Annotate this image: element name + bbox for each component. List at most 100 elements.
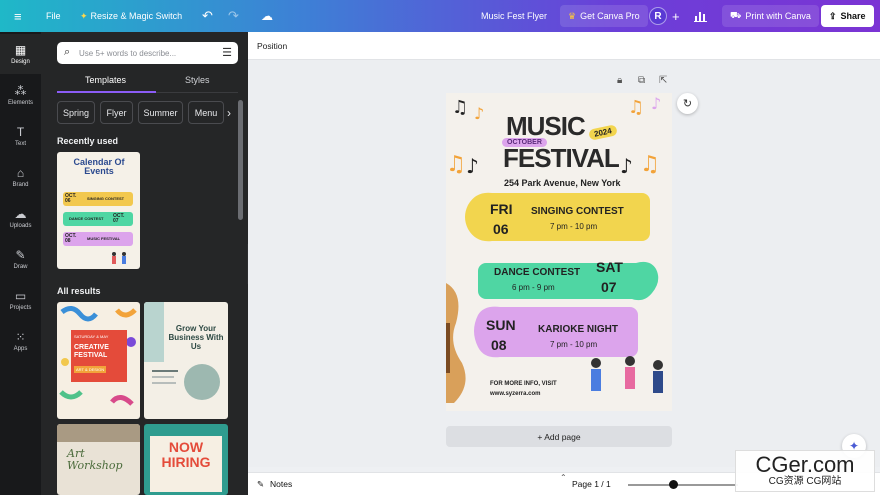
- chevron-right-icon[interactable]: ›: [220, 101, 238, 124]
- cal-row2-date: OCT. 07: [113, 213, 125, 224]
- svg-text:♪: ♪: [474, 104, 484, 123]
- rail-item-uploads[interactable]: ☁ Uploads: [0, 198, 41, 238]
- rail-item-text[interactable]: T Text: [0, 116, 41, 156]
- art-photo: [57, 424, 140, 442]
- search-icon: ⌕: [64, 46, 71, 58]
- template-calendar-of-events[interactable]: Calendar Of Events OCT. 06 SINGING CONTE…: [57, 152, 140, 269]
- template-now-hiring[interactable]: NOW HIRING: [144, 424, 228, 495]
- rail-label: Brand: [12, 181, 29, 188]
- watermark-line2: CG资源 CG网站: [768, 476, 842, 487]
- chip-spring[interactable]: Spring: [57, 101, 95, 124]
- get-pro-label: Get Canva Pro: [580, 11, 640, 21]
- position-button[interactable]: Position: [257, 41, 287, 51]
- upload-icon: ⇪: [829, 10, 837, 21]
- event-2-day: SAT: [596, 259, 623, 275]
- duplicate-page-icon[interactable]: ⧉: [638, 75, 645, 86]
- bar-chart-icon: [694, 12, 707, 22]
- rail-label: Apps: [13, 345, 28, 352]
- print-with-canva-button[interactable]: ⛟ Print with Canva: [722, 5, 819, 27]
- event-1-name: SINGING CONTEST: [531, 206, 624, 217]
- search-input[interactable]: ⌕ Use 5+ words to describe... ☰: [57, 42, 238, 64]
- page-indicator[interactable]: Page 1 / 1: [572, 479, 611, 489]
- brand-icon: ⌂: [16, 165, 25, 180]
- cal-row2-text: DANCE CONTEST: [69, 216, 104, 221]
- rail-item-projects[interactable]: ▭ Projects: [0, 280, 41, 320]
- hamburger-icon[interactable]: ≡: [14, 0, 22, 32]
- grow-title: Grow Your Business With Us: [168, 324, 224, 351]
- redo-icon[interactable]: ↷: [228, 0, 239, 32]
- chip-summer[interactable]: Summer: [138, 101, 183, 124]
- event-1-date: 06: [493, 221, 509, 237]
- svg-text:♪: ♪: [466, 154, 479, 178]
- sparkle-icon: ✦: [80, 10, 88, 21]
- templates-panel: ⌕ Use 5+ words to describe... ☰ Template…: [41, 32, 248, 495]
- search-placeholder: Use 5+ words to describe...: [79, 48, 177, 58]
- flyer-address: 254 Park Avenue, New York: [504, 178, 621, 188]
- design-icon: ▦: [14, 42, 27, 57]
- analytics-button[interactable]: [694, 0, 708, 32]
- event-2-name: DANCE CONTEST: [494, 267, 581, 278]
- crown-icon: ♛: [568, 10, 577, 21]
- event-3-day: SUN: [486, 317, 516, 333]
- creative-sub: ART & DESIGN: [74, 366, 107, 373]
- template-art-workshop[interactable]: Art Workshop: [57, 424, 140, 495]
- rail-item-elements[interactable]: ⁂ Elements: [0, 75, 41, 115]
- recently-used-heading: Recently used: [57, 136, 119, 146]
- chip-flyer[interactable]: Flyer: [100, 101, 133, 124]
- truck-icon: ⛟: [730, 10, 742, 20]
- refresh-icon[interactable]: ↻: [677, 93, 698, 114]
- event-2-date: 07: [601, 279, 617, 295]
- chip-menu[interactable]: Menu: [188, 101, 224, 124]
- panel-tabs: Templates Styles: [57, 72, 238, 93]
- rail-label: Design: [11, 58, 30, 65]
- share-button[interactable]: ⇪ Share: [821, 5, 874, 27]
- rail-item-draw[interactable]: ✎ Draw: [0, 239, 41, 279]
- resize-label: Resize & Magic Switch: [90, 11, 183, 21]
- panel-scrollbar[interactable]: [238, 100, 243, 220]
- event-1-time: 7 pm - 10 pm: [550, 222, 598, 231]
- file-menu[interactable]: File: [46, 0, 61, 32]
- template-grow-business[interactable]: Grow Your Business With Us: [144, 302, 228, 419]
- grow-line: [152, 376, 174, 378]
- zoom-slider[interactable]: [628, 484, 738, 486]
- svg-text:♪: ♪: [651, 94, 661, 113]
- calendar-title: Calendar Of Events: [73, 157, 125, 176]
- rail-item-design[interactable]: ▦ Design: [0, 34, 41, 74]
- add-page-icon[interactable]: ⇱: [659, 75, 667, 86]
- chevron-up-icon[interactable]: ⌃: [560, 473, 567, 482]
- rail-item-apps[interactable]: ⁙ Apps: [0, 321, 41, 361]
- top-bar: ≡ File ✦ Resize & Magic Switch ↶ ↷ ☁ Mus…: [0, 0, 880, 32]
- resize-button[interactable]: ✦ Resize & Magic Switch: [80, 0, 182, 32]
- add-collaborator-icon[interactable]: +: [672, 0, 680, 32]
- filter-icon[interactable]: ☰: [222, 46, 232, 59]
- tab-styles[interactable]: Styles: [185, 75, 210, 85]
- rail-label: Draw: [13, 263, 28, 270]
- template-creative-festival[interactable]: SATURDAY & MAY CREATIVE FESTIVAL ART & D…: [57, 302, 140, 419]
- svg-text:♫: ♫: [640, 152, 660, 177]
- notes-button[interactable]: Notes: [270, 479, 292, 489]
- share-label: Share: [840, 11, 866, 21]
- tab-templates[interactable]: Templates: [85, 75, 126, 85]
- lock-icon[interactable]: 🔒︎: [617, 75, 622, 86]
- document-title[interactable]: Music Fest Flyer: [481, 0, 547, 32]
- zoom-slider-handle[interactable]: [669, 480, 678, 489]
- creative-title: CREATIVE FESTIVAL: [74, 344, 109, 359]
- rail-label: Projects: [9, 304, 32, 311]
- uploads-icon: ☁: [14, 206, 27, 221]
- rail-item-brand[interactable]: ⌂ Brand: [0, 157, 41, 197]
- cal-row3-text: MUSIC FESTIVAL: [87, 236, 121, 241]
- grow-line: [152, 370, 178, 372]
- add-page-button[interactable]: + Add page: [446, 426, 672, 447]
- tab-active-indicator: [57, 91, 156, 93]
- undo-icon[interactable]: ↶: [202, 0, 213, 32]
- svg-text:♫: ♫: [452, 97, 468, 118]
- svg-text:♫: ♫: [446, 152, 466, 177]
- get-canva-pro-button[interactable]: ♛ Get Canva Pro: [560, 5, 648, 27]
- left-rail: ▦ Design ⁂ Elements T Text ⌂ Brand ☁ Upl…: [0, 32, 41, 495]
- notes-icon[interactable]: ✎: [257, 479, 264, 490]
- design-page-flyer[interactable]: ♫ ♪ ♫ ♪ ♫ ♪ ♪ ♫ MUSIC 2024 OCTOBER FESTI…: [446, 93, 672, 411]
- grow-accent: [144, 302, 164, 362]
- cloud-saved-icon[interactable]: ☁: [261, 0, 273, 32]
- avatar[interactable]: R: [649, 7, 667, 25]
- grow-line: [152, 382, 176, 384]
